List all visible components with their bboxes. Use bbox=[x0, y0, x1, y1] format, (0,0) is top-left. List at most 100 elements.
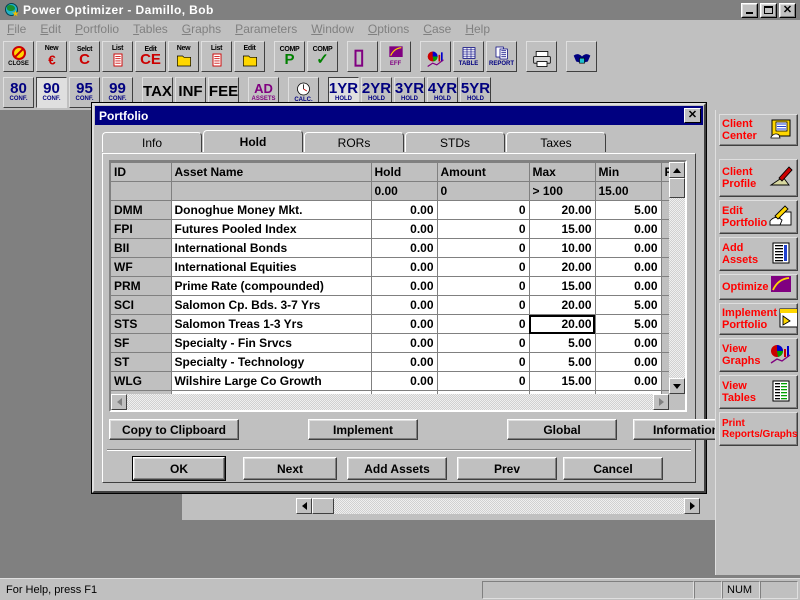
cell-amount[interactable]: 0 bbox=[437, 296, 529, 315]
column-header-hold[interactable]: Hold bbox=[371, 163, 437, 182]
grid-scroll-right-icon[interactable] bbox=[653, 394, 669, 410]
cell-rf[interactable] bbox=[661, 201, 669, 220]
view-tables-button[interactable]: TABLE bbox=[453, 41, 484, 72]
cell-rf[interactable] bbox=[661, 315, 669, 334]
conf-90-button[interactable]: 90CONF. bbox=[36, 77, 67, 108]
grid-vertical-scrollbar[interactable] bbox=[669, 162, 685, 394]
minimize-button[interactable] bbox=[741, 3, 758, 18]
optimize-pt-button[interactable] bbox=[347, 41, 378, 72]
sidebar-view-graphs[interactable]: ViewGraphs bbox=[719, 338, 798, 372]
grid-scroll-left-icon[interactable] bbox=[111, 394, 127, 410]
table-row[interactable]: FPIFutures Pooled Index0.00015.000.00 bbox=[111, 220, 669, 239]
menu-item-portfolio[interactable]: Portfolio bbox=[68, 21, 126, 37]
menu-item-options[interactable]: Options bbox=[361, 21, 416, 37]
cell-id[interactable]: FPI bbox=[111, 220, 171, 239]
cell-min[interactable]: 0.00 bbox=[595, 372, 661, 391]
totals-cell[interactable]: 0 bbox=[437, 182, 529, 201]
cell-hold[interactable]: 0.00 bbox=[371, 372, 437, 391]
totals-cell[interactable]: 15.00 bbox=[595, 182, 661, 201]
cell-amount[interactable]: 0 bbox=[437, 372, 529, 391]
new-portfolio-button[interactable]: New bbox=[168, 41, 199, 72]
table-row[interactable]: STSSalomon Treas 1-3 Yrs0.00020.005.00 bbox=[111, 315, 669, 334]
menu-item-window[interactable]: Window bbox=[304, 21, 361, 37]
cell-min[interactable]: 0.00 bbox=[595, 334, 661, 353]
column-header-rf[interactable]: Rf bbox=[661, 163, 669, 182]
scroll-right-icon[interactable] bbox=[684, 498, 700, 514]
print-button[interactable] bbox=[526, 41, 557, 72]
cell-id[interactable]: SF bbox=[111, 334, 171, 353]
cell-min[interactable]: 0.00 bbox=[595, 239, 661, 258]
scrollbar-thumb[interactable] bbox=[312, 498, 334, 514]
column-header-id[interactable]: ID bbox=[111, 163, 171, 182]
totals-cell[interactable] bbox=[171, 182, 371, 201]
add-assets-button[interactable]: Add Assets bbox=[347, 457, 447, 480]
cell-id[interactable]: WLG bbox=[111, 372, 171, 391]
cell-max[interactable]: 20.00 bbox=[529, 315, 595, 334]
prev-button[interactable]: Prev bbox=[457, 457, 557, 480]
cell-hold[interactable]: 0.00 bbox=[371, 353, 437, 372]
cell-amount[interactable]: 0 bbox=[437, 277, 529, 296]
scroll-up-icon[interactable] bbox=[669, 162, 685, 178]
grid-vscroll-thumb[interactable] bbox=[669, 178, 685, 198]
cell-hold[interactable]: 0.00 bbox=[371, 258, 437, 277]
cell-amount[interactable]: 0 bbox=[437, 201, 529, 220]
implement-button[interactable]: Implement bbox=[308, 419, 418, 440]
cell-asset-name[interactable]: Prime Rate (compounded) bbox=[171, 277, 371, 296]
cell-max[interactable]: 20.00 bbox=[529, 201, 595, 220]
scroll-down-icon[interactable] bbox=[669, 378, 685, 394]
tab-taxes[interactable]: Taxes bbox=[506, 132, 606, 152]
sidebar-optimize[interactable]: Optimize bbox=[719, 274, 798, 300]
cell-min[interactable]: 0.00 bbox=[595, 277, 661, 296]
list-case-button[interactable]: List bbox=[102, 41, 133, 72]
sidebar-add-assets[interactable]: AddAssets bbox=[719, 237, 798, 271]
menu-item-graphs[interactable]: Graphs bbox=[175, 21, 228, 37]
cell-min[interactable]: 0.00 bbox=[595, 258, 661, 277]
help-bat-button[interactable] bbox=[566, 41, 597, 72]
cell-hold[interactable]: 0.00 bbox=[371, 220, 437, 239]
view-graphs-button[interactable] bbox=[420, 41, 451, 72]
table-row[interactable]: BIIInternational Bonds0.00010.000.00 bbox=[111, 239, 669, 258]
new-case-button[interactable]: New€ bbox=[36, 41, 67, 72]
cell-hold[interactable]: 0.00 bbox=[371, 277, 437, 296]
tab-rors[interactable]: RORs bbox=[304, 132, 404, 152]
cell-rf[interactable] bbox=[661, 353, 669, 372]
scrollbar-track[interactable] bbox=[334, 498, 684, 514]
select-case-button[interactable]: SelctC bbox=[69, 41, 100, 72]
cell-rf[interactable] bbox=[661, 239, 669, 258]
cell-asset-name[interactable]: Futures Pooled Index bbox=[171, 220, 371, 239]
cell-max[interactable]: 15.00 bbox=[529, 277, 595, 296]
tab-hold[interactable]: Hold bbox=[203, 130, 303, 152]
menu-item-tables[interactable]: Tables bbox=[126, 21, 175, 37]
cell-amount[interactable]: 0 bbox=[437, 220, 529, 239]
cell-id[interactable]: BII bbox=[111, 239, 171, 258]
report-button[interactable]: REPORT bbox=[486, 41, 517, 72]
cell-asset-name[interactable]: International Equities bbox=[171, 258, 371, 277]
cell-rf[interactable] bbox=[661, 277, 669, 296]
menu-item-edit[interactable]: Edit bbox=[33, 21, 68, 37]
menu-item-file[interactable]: File bbox=[0, 21, 33, 37]
cancel-button[interactable]: Cancel bbox=[563, 457, 663, 480]
cell-min[interactable]: 5.00 bbox=[595, 315, 661, 334]
cell-amount[interactable]: 0 bbox=[437, 258, 529, 277]
cell-hold[interactable]: 0.00 bbox=[371, 334, 437, 353]
next-button[interactable]: Next bbox=[243, 457, 337, 480]
totals-cell[interactable] bbox=[661, 182, 669, 201]
cell-asset-name[interactable]: Specialty - Technology bbox=[171, 353, 371, 372]
cell-id[interactable]: PRM bbox=[111, 277, 171, 296]
cell-max[interactable]: 20.00 bbox=[529, 296, 595, 315]
list-portfolio-button[interactable]: List bbox=[201, 41, 232, 72]
cell-id[interactable]: WF bbox=[111, 258, 171, 277]
sidebar-edit-portfolio[interactable]: EditPortfolio bbox=[719, 200, 798, 234]
cell-max[interactable]: 20.00 bbox=[529, 258, 595, 277]
cell-asset-name[interactable]: Donoghue Money Mkt. bbox=[171, 201, 371, 220]
tab-info[interactable]: Info bbox=[102, 132, 202, 152]
conf-80-button[interactable]: 80CONF. bbox=[3, 77, 34, 108]
sidebar-implement-portfolio[interactable]: ImplementPortfolio bbox=[719, 303, 798, 335]
cell-min[interactable]: 5.00 bbox=[595, 201, 661, 220]
column-header-amount[interactable]: Amount bbox=[437, 163, 529, 182]
cell-min[interactable]: 5.00 bbox=[595, 296, 661, 315]
menu-item-help[interactable]: Help bbox=[458, 21, 497, 37]
cell-asset-name[interactable]: International Bonds bbox=[171, 239, 371, 258]
menu-item-parameters[interactable]: Parameters bbox=[228, 21, 304, 37]
cell-max[interactable]: 5.00 bbox=[529, 334, 595, 353]
